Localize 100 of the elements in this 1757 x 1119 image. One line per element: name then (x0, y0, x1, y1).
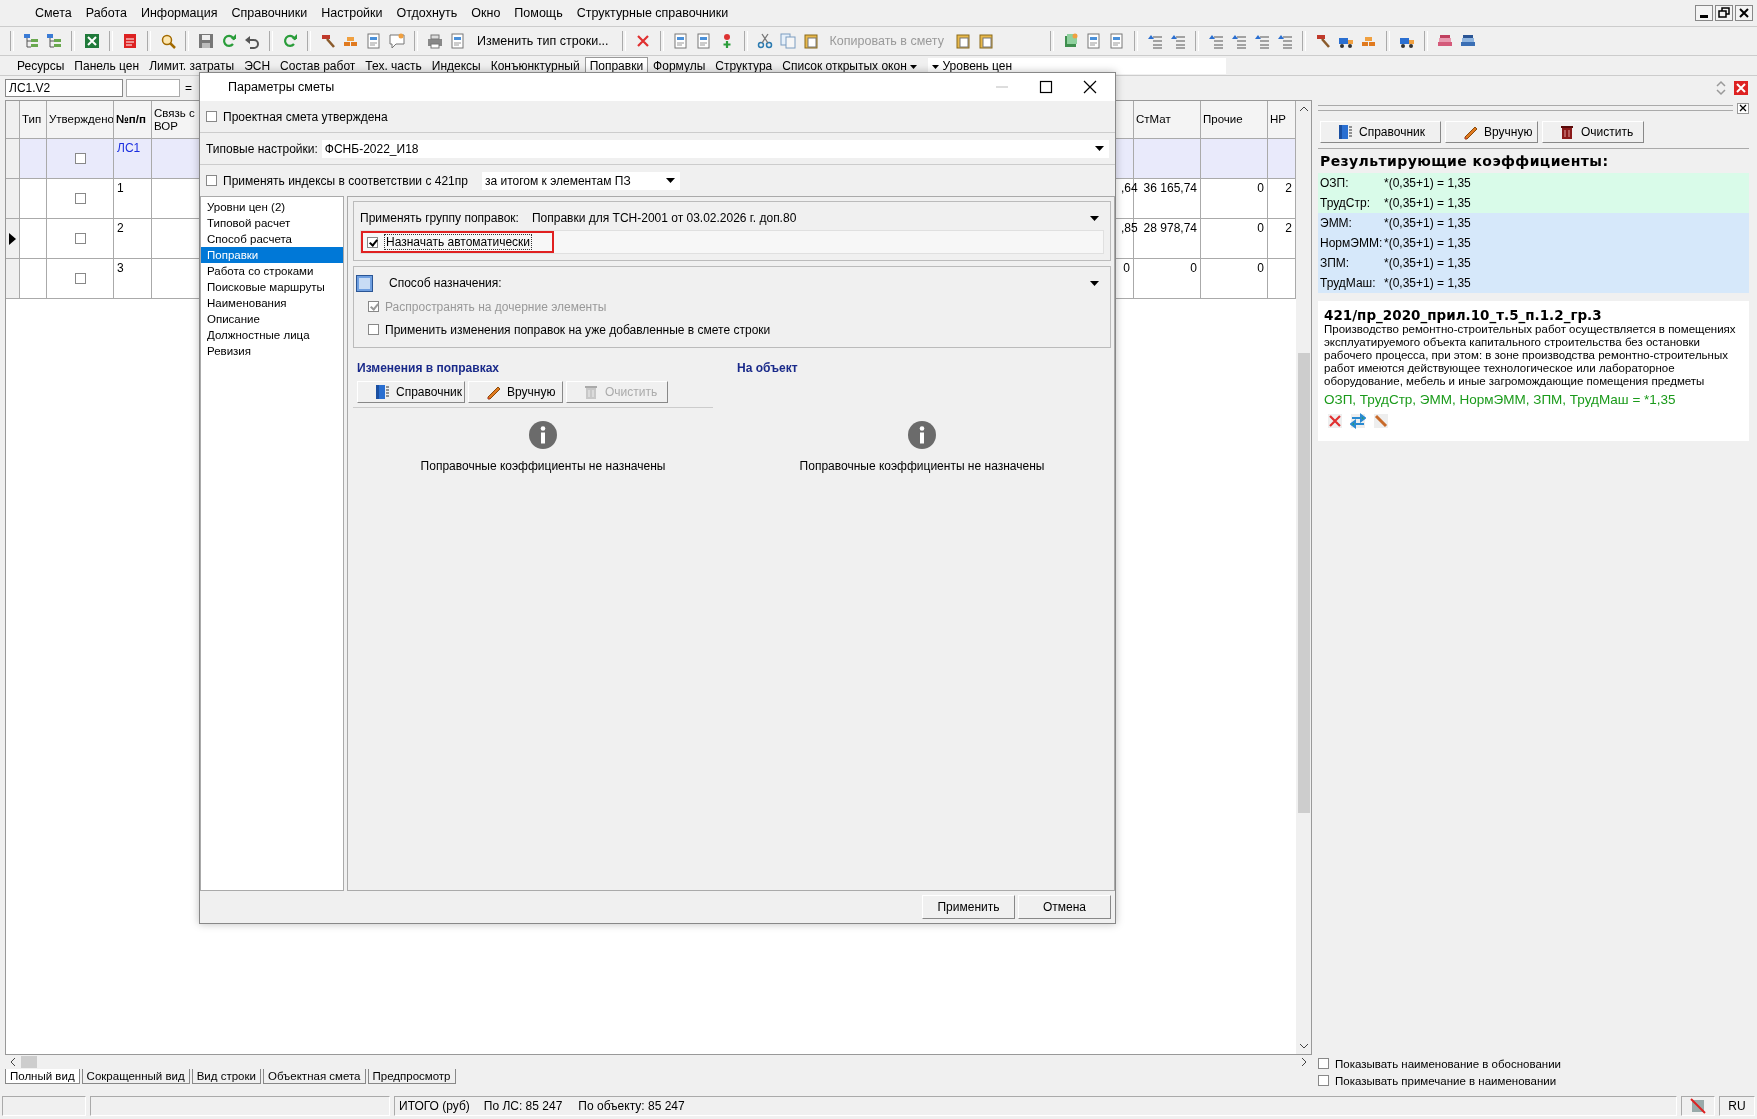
menu-item[interactable]: Помощь (507, 6, 570, 20)
option-checkbox[interactable]: Показывать примечание в наименовании (1318, 1072, 1749, 1089)
list-icon[interactable] (1169, 33, 1186, 49)
document-icon[interactable] (450, 33, 466, 49)
nav-item[interactable]: Уровни цен (2) (201, 199, 343, 215)
language-indicator[interactable]: RU (1719, 1096, 1755, 1116)
approved-checkbox[interactable] (74, 153, 86, 164)
row-header-cell[interactable] (6, 139, 20, 179)
row-header-cell[interactable] (6, 219, 20, 259)
menu-item[interactable]: Отдохнуть (389, 6, 465, 20)
menu-item[interactable]: Настройки (314, 6, 390, 20)
undo-icon[interactable] (244, 33, 260, 49)
tree-icon[interactable] (46, 33, 62, 49)
panel-tab[interactable]: Состав работ (275, 56, 361, 75)
view-tab[interactable]: Сокращенный вид (81, 1069, 190, 1084)
document-icon[interactable] (672, 33, 689, 49)
document-icon[interactable] (122, 33, 138, 49)
document-icon[interactable] (1085, 33, 1102, 49)
panel-button[interactable]: Очистить (1542, 121, 1644, 143)
panel-tab[interactable]: Лимит. затраты (144, 56, 240, 75)
panel-tab[interactable]: Ресурсы (12, 56, 70, 75)
nav-item[interactable]: Типовой расчет (201, 215, 343, 231)
scrollbar-thumb[interactable] (1297, 353, 1310, 813)
view-tab[interactable]: Полный вид (5, 1069, 80, 1084)
approved-checkbox[interactable] (74, 273, 86, 284)
panel-tab[interactable]: Структура (710, 56, 778, 75)
dialog-button[interactable]: Отмена (1018, 895, 1111, 919)
nav-item[interactable]: Наименования (201, 295, 343, 311)
search-icon[interactable] (160, 33, 176, 49)
price-level-dropdown[interactable]: Уровень цен (928, 57, 1227, 74)
list-icon[interactable] (1230, 33, 1247, 49)
panel-button[interactable]: Справочник (1320, 121, 1441, 143)
document-icon[interactable] (695, 33, 712, 49)
printer-icon[interactable] (427, 33, 443, 49)
nav-item[interactable]: Поправки (201, 247, 343, 263)
nav-item[interactable]: Ревизия (201, 343, 343, 359)
panel-tab[interactable]: Формулы (648, 56, 711, 75)
nav-item[interactable]: Поисковые маршруты (201, 279, 343, 295)
option-checkbox[interactable]: Показывать наименование в обосновании (1318, 1055, 1749, 1072)
menu-item[interactable]: Работа (78, 6, 134, 20)
panel-tab[interactable]: ЭСН (239, 56, 276, 75)
dialog-button[interactable]: Вручную (468, 381, 563, 403)
nav-item[interactable]: Описание (201, 311, 343, 327)
option-checkbox[interactable]: Применить изменения поправок на уже добавленные в смете строки (368, 322, 771, 337)
restore-button[interactable] (1715, 5, 1733, 21)
close-button[interactable] (1735, 5, 1753, 21)
scissors-icon[interactable] (756, 33, 773, 49)
cross-icon[interactable] (1327, 413, 1343, 429)
settings-dropdown[interactable]: ФСНБ-2022_И18 (321, 139, 1109, 158)
chevrons-icon[interactable] (1715, 80, 1727, 96)
formula-field[interactable] (126, 79, 180, 97)
menu-item[interactable]: Смета (28, 6, 79, 20)
nav-item[interactable]: Работа со строками (201, 263, 343, 279)
approved-checkbox[interactable] (74, 233, 86, 244)
hammer-icon[interactable] (320, 33, 336, 49)
clipboard-icon[interactable] (802, 33, 819, 49)
list-icon[interactable] (1253, 33, 1270, 49)
swap-arrows-icon[interactable] (1350, 413, 1366, 429)
nav-item[interactable]: Должностные лица (201, 327, 343, 343)
approved-checkbox[interactable] (74, 193, 86, 204)
menu-item[interactable]: Справочники (224, 6, 315, 20)
indices-checkbox[interactable]: Применять индексы в соответствии с 421пр (206, 173, 468, 188)
address-field[interactable]: ЛС1.V2 (5, 79, 123, 97)
menu-item[interactable]: Окно (464, 6, 508, 20)
books-icon[interactable] (1436, 33, 1453, 49)
view-tab[interactable]: Предпросмотр (367, 1069, 456, 1084)
tree-icon[interactable] (23, 33, 39, 49)
view-tab[interactable]: Объектная смета (262, 1069, 366, 1084)
panel-tab[interactable]: Тех. часть (360, 56, 427, 75)
correction-group-dropdown[interactable]: Поправки для ТСН-2001 от 03.02.2026 г. доп.80 (528, 209, 1104, 227)
dialog-button[interactable]: Справочник (357, 381, 465, 403)
floppy-icon[interactable] (198, 33, 214, 49)
panel-tab[interactable]: Конъюнктурный (485, 56, 585, 75)
minimize-button[interactable] (1695, 5, 1713, 21)
scrollbar-thumb[interactable] (21, 1056, 37, 1068)
list-icon[interactable] (1146, 33, 1163, 49)
copy-icon[interactable] (779, 33, 796, 49)
panel-tab[interactable]: Индексы (426, 56, 486, 75)
clipboard-icon[interactable] (954, 33, 971, 49)
close-icon[interactable] (1083, 80, 1097, 94)
document-icon[interactable] (1108, 33, 1125, 49)
books-icon[interactable] (1459, 33, 1476, 49)
change-type-button[interactable]: Изменить тип строки... (473, 34, 613, 48)
auto-assign-checkbox[interactable]: Назначать автоматически (361, 231, 555, 253)
dialog-button[interactable]: Применить (922, 895, 1015, 919)
pencil-icon[interactable] (1373, 413, 1389, 429)
spreadsheet-icon[interactable] (84, 33, 100, 49)
close-icon[interactable] (1737, 102, 1749, 114)
panel-tab[interactable]: Панель цен (69, 56, 145, 75)
refresh-icon[interactable] (221, 33, 237, 49)
speech-bubble-icon[interactable] (389, 33, 405, 49)
menu-item[interactable]: Структурные справочники (569, 6, 736, 20)
vertical-scrollbar[interactable] (1296, 101, 1311, 1054)
maximize-icon[interactable] (1039, 80, 1053, 94)
row-header-cell[interactable] (6, 179, 20, 219)
view-tab[interactable]: Вид строки (191, 1069, 261, 1084)
clipboard-icon[interactable] (977, 33, 994, 49)
indices-mode-dropdown[interactable]: за итогом к элементам ПЗ (481, 171, 680, 190)
cross-icon[interactable] (634, 33, 651, 49)
document-icon[interactable] (366, 33, 382, 49)
